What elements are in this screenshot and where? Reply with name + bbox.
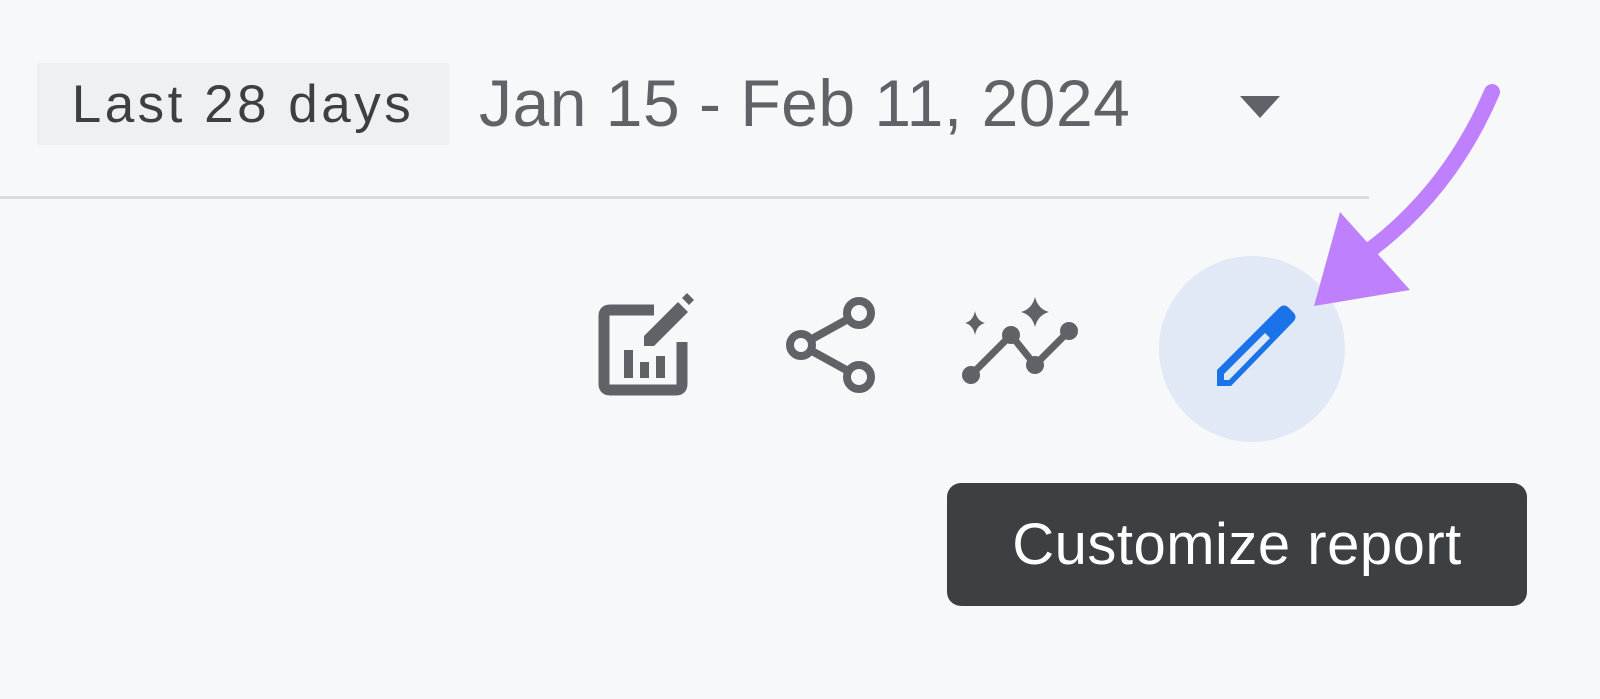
date-range-text[interactable]: Jan 15 - Feb 11, 2024 [479, 62, 1130, 144]
edit-report-chart-icon [598, 293, 694, 396]
edit-report-button[interactable] [578, 280, 708, 410]
header-divider [0, 196, 1369, 199]
arrow-drop-down-icon[interactable] [1236, 92, 1284, 122]
date-range-preset-chip[interactable]: Last 28 days [37, 63, 449, 145]
customize-report-tooltip: Customize report [947, 483, 1527, 606]
insights-sparkle-icon [962, 297, 1078, 384]
tooltip-text: Customize report [1012, 512, 1462, 577]
share-icon [786, 297, 875, 393]
insights-button[interactable] [946, 280, 1086, 410]
share-button[interactable] [764, 280, 894, 410]
annotation-arrow [1314, 84, 1500, 306]
date-range-preset-label: Last 28 days [71, 74, 415, 134]
